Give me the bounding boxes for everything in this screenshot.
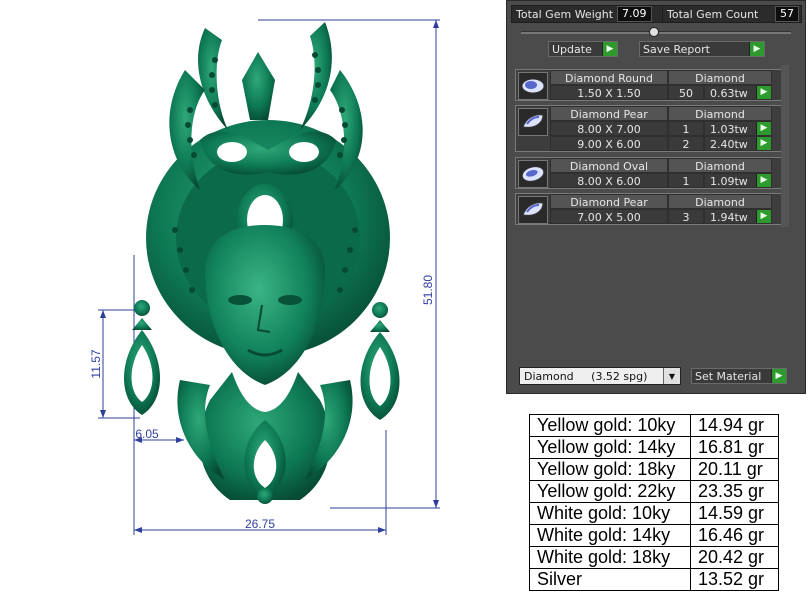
gem-count: 1	[668, 173, 704, 188]
gem-weight-cell[interactable]: 0.63tw ▶	[704, 85, 772, 100]
table-row: White gold: 14ky 16.46 gr	[529, 524, 779, 547]
metal-name: Yellow gold: 14ky	[529, 436, 691, 459]
chevron-down-icon[interactable]: ▼	[663, 368, 680, 384]
gem-weight-cell[interactable]: 2.40tw ▶	[704, 136, 772, 151]
gem-size: 8.00 X 6.00	[550, 173, 668, 188]
table-row: White gold: 10ky 14.59 gr	[529, 502, 779, 525]
update-button[interactable]: Update ▶	[548, 41, 618, 57]
left-earring	[124, 300, 160, 415]
gem-count: 2	[668, 136, 704, 151]
gem-material: Diamond	[668, 194, 772, 209]
total-gem-weight-label: Total Gem Weight	[516, 7, 614, 21]
pendant-model-render: 51.80 26.75 11.57 6.05	[89, 19, 440, 535]
gem-weight-cell[interactable]: 1.03tw ▶	[704, 121, 772, 136]
material-select-value: Diamond (3.52 spg)	[524, 369, 648, 383]
metal-weight: 14.59 gr	[690, 502, 779, 525]
earring-height-label: 11.57	[89, 349, 103, 378]
table-row: White gold: 18ky 20.42 gr	[529, 546, 779, 569]
slider-knob[interactable]	[649, 27, 659, 37]
gem-weight: 2.40tw	[710, 138, 748, 151]
gem-report-panel: Total Gem Weight 7.09 Total Gem Count 57…	[506, 0, 806, 394]
gem-count: 1	[668, 121, 704, 136]
table-row: Yellow gold: 10ky 14.94 gr	[529, 414, 779, 437]
play-arrow-icon: ▶	[602, 42, 617, 56]
update-button-label: Update	[552, 42, 592, 56]
play-arrow-icon: ▶	[756, 174, 771, 187]
gem-weight: 1.94tw	[710, 211, 748, 224]
metal-weight: 13.52 gr	[690, 568, 779, 591]
gem-size: 1.50 X 1.50	[550, 85, 668, 100]
round-gem-icon	[518, 72, 548, 100]
gem-group-oval[interactable]: Diamond Oval Diamond 8.00 X 6.00 1 1.09t…	[515, 157, 783, 189]
material-select[interactable]: Diamond (3.52 spg) ▼	[519, 367, 681, 385]
total-gem-weight: Total Gem Weight 7.09	[511, 5, 663, 23]
oval-gem-icon	[518, 160, 548, 188]
model-viewport[interactable]: 51.80 26.75 11.57 6.05	[0, 0, 500, 612]
gem-group-round[interactable]: Diamond Round Diamond 1.50 X 1.50 50 0.6…	[515, 69, 783, 101]
total-gem-weight-value: 7.09	[617, 6, 652, 22]
table-row: Silver 13.52 gr	[529, 568, 779, 591]
gem-name: Diamond Pear	[550, 106, 668, 121]
play-arrow-icon: ▶	[756, 86, 771, 99]
right-earring	[360, 302, 400, 420]
set-material-button-label: Set Material	[695, 369, 762, 383]
metal-weight: 16.81 gr	[690, 436, 779, 459]
gem-name: Diamond Round	[550, 70, 668, 85]
gem-weight-cell[interactable]: 1.09tw ▶	[704, 173, 772, 188]
play-arrow-icon: ▶	[749, 42, 764, 56]
metal-weight: 20.11 gr	[690, 458, 779, 481]
metal-name: Yellow gold: 10ky	[529, 414, 691, 437]
gem-material: Diamond	[668, 70, 772, 85]
gem-weight: 1.03tw	[710, 123, 748, 136]
gem-size: 8.00 X 7.00	[550, 121, 668, 136]
table-row: Yellow gold: 22ky 23.35 gr	[529, 480, 779, 503]
metal-name: Yellow gold: 22ky	[529, 480, 691, 503]
metal-weight-table: Yellow gold: 10ky 14.94 gr Yellow gold: 1…	[529, 414, 779, 591]
metal-weight: 20.42 gr	[690, 546, 779, 569]
pear-gem-icon	[518, 196, 548, 224]
gem-material: Diamond	[668, 106, 772, 121]
gem-list-scrollbar[interactable]	[781, 65, 789, 227]
metal-weight: 23.35 gr	[690, 480, 779, 503]
earring-width-label: 6.05	[135, 427, 159, 441]
metal-name: White gold: 10ky	[529, 502, 691, 525]
play-arrow-icon: ▶	[756, 210, 771, 223]
gem-count: 3	[668, 209, 704, 224]
total-gem-count: Total Gem Count 57	[662, 5, 802, 23]
pear-gem-icon	[518, 108, 548, 136]
gem-weight: 0.63tw	[710, 87, 748, 100]
play-arrow-icon: ▶	[756, 137, 771, 150]
gem-weight-cell[interactable]: 1.94tw ▶	[704, 209, 772, 224]
gem-size: 9.00 X 6.00	[550, 136, 668, 151]
gem-weight: 1.09tw	[710, 175, 748, 188]
table-row: Yellow gold: 18ky 20.11 gr	[529, 458, 779, 481]
play-arrow-icon: ▶	[756, 122, 771, 135]
gem-group-pear-small[interactable]: Diamond Pear Diamond 7.00 X 5.00 3 1.94t…	[515, 193, 783, 225]
metal-name: Yellow gold: 18ky	[529, 458, 691, 481]
width-dimension-label: 26.75	[245, 517, 275, 531]
save-report-button-label: Save Report	[643, 42, 710, 56]
pendant-body	[146, 22, 390, 504]
total-gem-count-label: Total Gem Count	[667, 7, 759, 21]
metal-weight: 14.94 gr	[690, 414, 779, 437]
table-row: Yellow gold: 14ky 16.81 gr	[529, 436, 779, 459]
gem-size: 7.00 X 5.00	[550, 209, 668, 224]
save-report-button[interactable]: Save Report ▶	[639, 41, 765, 57]
gem-name: Diamond Pear	[550, 194, 668, 209]
height-dimension-label: 51.80	[421, 275, 435, 305]
play-arrow-icon: ▶	[771, 369, 786, 383]
total-gem-count-value: 57	[775, 6, 799, 22]
gem-count: 50	[668, 85, 704, 100]
metal-weight: 16.46 gr	[690, 524, 779, 547]
gem-group-pear[interactable]: Diamond Pear Diamond 8.00 X 7.00 1 1.03t…	[515, 105, 783, 152]
metal-name: White gold: 14ky	[529, 524, 691, 547]
gem-material: Diamond	[668, 158, 772, 173]
metal-name: Silver	[529, 568, 691, 591]
gem-name: Diamond Oval	[550, 158, 668, 173]
gem-list: Diamond Round Diamond 1.50 X 1.50 50 0.6…	[515, 65, 799, 227]
metal-name: White gold: 18ky	[529, 546, 691, 569]
set-material-button[interactable]: Set Material ▶	[691, 368, 787, 384]
